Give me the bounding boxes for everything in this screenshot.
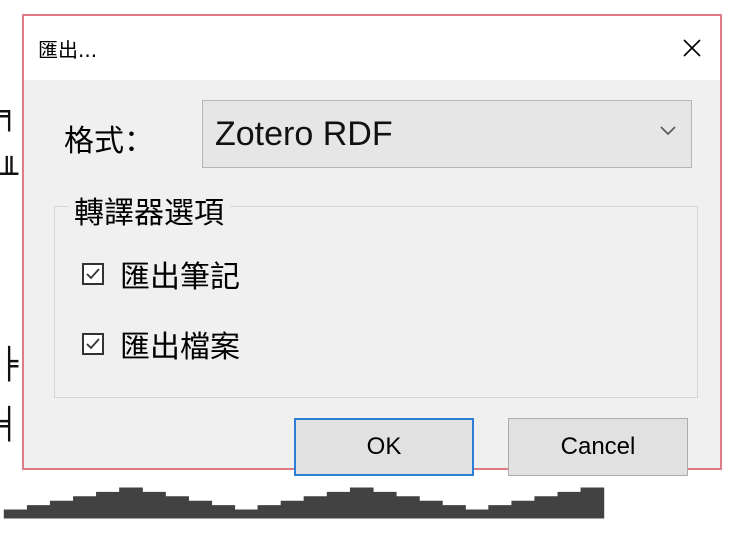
chevron-down-icon [660, 126, 676, 136]
close-button[interactable] [664, 16, 720, 80]
format-label: 格式： [64, 124, 154, 159]
export-files-label: 匯出檔案 [120, 330, 240, 365]
export-notes-option[interactable]: 匯出筆記 [82, 252, 240, 296]
translator-options-legend: 轉譯器選項 [68, 188, 230, 232]
export-files-option[interactable]: 匯出檔案 [82, 322, 240, 366]
export-dialog: 匯出... 格式： Zotero RDF 轉譯器選項 匯出筆記 匯出檔案 OK … [22, 14, 722, 476]
dialog-title: 匯出... [38, 38, 98, 62]
export-notes-label: 匯出筆記 [120, 260, 240, 295]
checkmark-icon [86, 268, 100, 280]
bg-text-fragment: ╨ [0, 157, 19, 192]
export-notes-checkbox[interactable] [82, 263, 104, 285]
bg-text-fragment: ╕ [0, 97, 19, 132]
translator-options-group [54, 206, 698, 398]
close-icon [683, 39, 701, 57]
bg-text-strip: ▂▃▄▅▆▇▆▅▄▃▂▃▄▅▆▇▆▅▄▃▂▃▄▅▆▇ [4, 484, 604, 519]
export-files-checkbox[interactable] [82, 333, 104, 355]
cancel-button[interactable]: Cancel [508, 418, 688, 476]
format-select[interactable]: Zotero RDF [202, 100, 692, 168]
bg-text-fragment: ╞ [0, 347, 19, 382]
dialog-titlebar: 匯出... [24, 16, 720, 80]
format-selected-value: Zotero RDF [215, 115, 393, 153]
bg-text-fragment: ╡ [0, 407, 19, 442]
checkmark-icon [86, 338, 100, 350]
ok-button[interactable]: OK [294, 418, 474, 476]
